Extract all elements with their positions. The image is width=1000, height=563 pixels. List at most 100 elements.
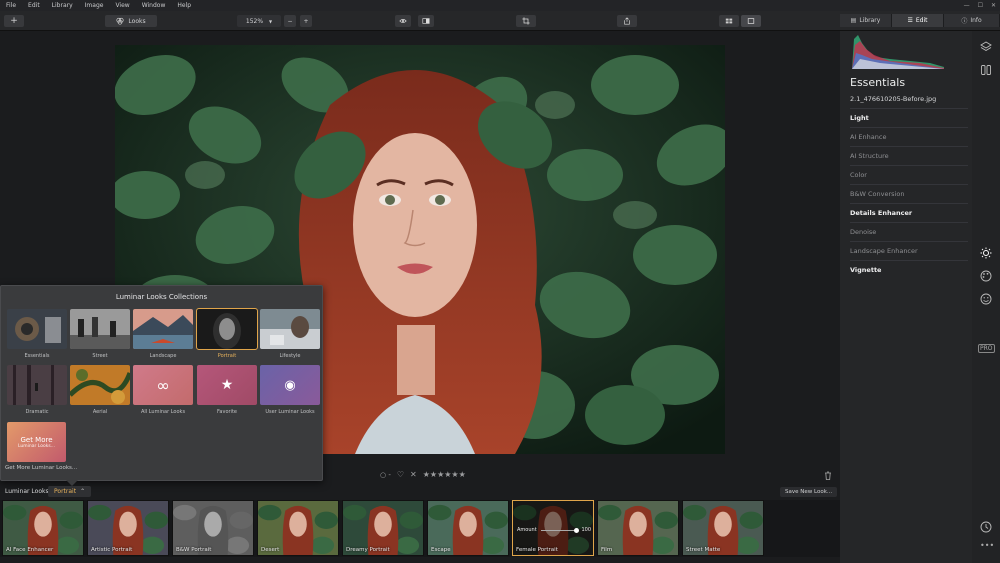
collection-label: Portrait [217,353,237,359]
look-label: Dreamy Portrait [346,547,390,553]
filter-item[interactable]: Color [850,165,968,184]
menu-image[interactable]: Image [79,2,110,9]
look-thumbnail[interactable]: Artistic Portrait [87,500,169,556]
look-label: AI Face Enhancer [6,547,54,553]
collection-essentials[interactable]: Essentials [7,309,67,359]
zoom-select[interactable]: 152% ▼ [237,15,281,27]
save-new-look-button[interactable]: Save New Look... [780,487,838,497]
look-thumbnail[interactable]: Desert [257,500,339,556]
tab-info[interactable]: ⓘ Info [944,14,1000,27]
look-label: Escape [431,547,451,553]
side-icon-bar: PRO ••• [972,31,1000,563]
sliders-icon: ☰ [907,17,913,24]
histogram [850,33,946,69]
star-icon: ★ [220,377,234,393]
rating-bar: ○ - ♡ ✕ ★★★★★★ [0,468,840,484]
menu-library[interactable]: Library [46,2,79,9]
collection-portrait[interactable]: Portrait [196,308,258,359]
look-thumbnail[interactable]: Film [597,500,679,556]
minimize-icon[interactable]: — [964,2,970,9]
share-button[interactable] [617,15,637,27]
maximize-icon[interactable]: ☐ [978,2,983,9]
palette-icon[interactable] [980,267,992,282]
close-icon[interactable]: ✕ [991,2,996,9]
filter-item[interactable]: Details Enhancer [850,203,968,222]
preview-button[interactable] [395,15,411,27]
heart-icon[interactable]: ♡ [397,470,404,479]
chevron-down-icon: ▼ [269,18,273,24]
collection-user-looks[interactable]: ◉ User Luminar Looks [260,365,320,415]
grid-view-button[interactable] [719,15,739,27]
look-label: B&W Portrait [176,547,212,553]
filter-item[interactable]: B&W Conversion [850,184,968,203]
collection-dropdown[interactable]: Portrait ⌃ [48,486,92,497]
collection-label: Lifestyle [279,353,301,359]
filter-item[interactable]: Light [850,108,968,127]
library-icon: ▤ [850,17,857,24]
menu-window[interactable]: Window [136,2,172,9]
filter-item[interactable]: Denoise [850,222,968,241]
get-more-looks-tile[interactable]: Get More Luminar Looks... [7,422,66,462]
collection-all-looks[interactable]: ∞ All Luminar Looks [133,365,193,415]
trash-icon[interactable] [824,471,832,480]
zoom-out-button[interactable]: − [284,15,296,27]
menu-bar: File Edit Library Image View Window Help… [0,0,1000,11]
looks-collections-title: Luminar Looks Collections [115,293,208,301]
add-image-button[interactable]: + [4,15,24,27]
look-thumbnail[interactable]: Escape [427,500,509,556]
amount-slider[interactable]: Amount 100 [517,526,591,534]
menu-edit[interactable]: Edit [22,2,46,9]
single-image-icon [747,18,755,24]
color-label-button[interactable]: ○ - [380,471,391,479]
history-icon[interactable] [980,518,992,533]
star-rating[interactable]: ★★★★★★ [423,470,466,479]
single-view-button[interactable] [741,15,761,27]
layers-icon[interactable] [980,38,992,52]
reject-icon[interactable]: ✕ [410,470,417,479]
look-thumbnail[interactable]: Amount 100 Female Portrait [512,500,594,556]
infinity-icon: ∞ [156,375,170,395]
compare-button[interactable] [418,15,434,27]
looks-button[interactable]: Looks [105,15,157,27]
zoom-in-button[interactable]: + [300,15,312,27]
sun-icon[interactable] [980,244,992,259]
looks-collections-panel: Luminar Looks Collections Essentials Str… [0,285,323,481]
look-thumbnail[interactable]: Dreamy Portrait [342,500,424,556]
tab-edit[interactable]: ☰ Edit [892,14,944,27]
pro-icon[interactable]: PRO [978,344,995,353]
menu-view[interactable]: View [109,2,135,9]
split-view-icon [422,18,430,24]
collection-street[interactable]: Street [70,309,130,359]
crop-button[interactable] [516,15,536,27]
filter-item[interactable]: Landscape Enhancer [850,241,968,260]
look-thumbnail[interactable]: AI Face Enhancer [2,500,84,556]
tab-info-label: Info [970,17,982,24]
collection-lifestyle[interactable]: Lifestyle [260,309,320,359]
look-thumbnail[interactable]: Street Matte [682,500,764,556]
tab-library[interactable]: ▤ Library [840,14,892,27]
collection-dropdown-value: Portrait [54,488,77,495]
filter-item[interactable]: AI Structure [850,146,968,165]
smiley-icon[interactable] [980,290,992,305]
collection-landscape[interactable]: Landscape [133,309,193,359]
collection-label: Dramatic [25,409,49,415]
menu-file[interactable]: File [0,2,22,9]
tab-edit-label: Edit [915,17,928,24]
looks-icon [116,17,124,25]
compare-panels-icon[interactable] [980,61,992,75]
menu-help[interactable]: Help [171,2,197,9]
more-icon[interactable]: ••• [980,541,994,553]
panel-title: Essentials [850,76,906,89]
collection-dramatic[interactable]: Dramatic [7,365,67,415]
filter-item[interactable]: Vignette [850,260,968,279]
collection-label: User Luminar Looks [265,409,315,415]
filter-item[interactable]: AI Enhance [850,127,968,146]
slider-handle[interactable] [574,527,580,533]
collection-aerial[interactable]: Aerial [70,365,130,415]
grid-icon [725,18,733,24]
look-label: Film [601,547,613,553]
look-label: Street Matte [686,547,721,553]
collection-favorite[interactable]: ★ Favorite [197,365,257,415]
look-label: Artistic Portrait [91,547,133,553]
look-thumbnail[interactable]: B&W Portrait [172,500,254,556]
